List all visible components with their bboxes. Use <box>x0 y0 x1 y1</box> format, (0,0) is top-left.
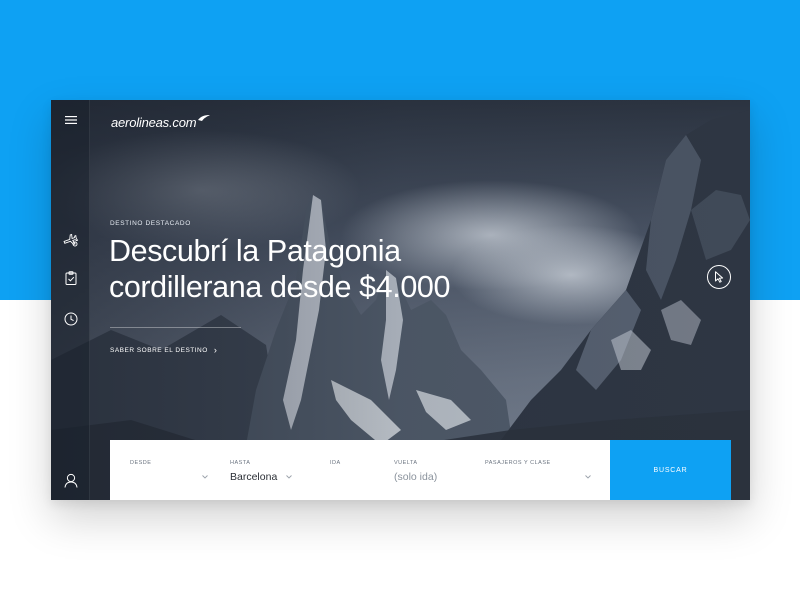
sidebar-item-history[interactable] <box>59 307 83 331</box>
cursor-arrow-icon <box>715 271 724 283</box>
departure-label: IDA <box>330 460 341 466</box>
flight-search-icon <box>63 233 79 247</box>
to-value: Barcelona <box>230 471 278 483</box>
brand-logo-text: aerolineas.com <box>111 114 197 130</box>
chevron-right-icon: › <box>213 345 218 355</box>
chevron-down-icon <box>286 475 292 479</box>
to-label: HASTA <box>230 460 251 466</box>
search-button[interactable]: BUSCAR <box>610 440 731 500</box>
to-field[interactable]: HASTA Barcelona <box>230 440 300 500</box>
checkin-clipboard-icon <box>65 271 77 285</box>
menu-button[interactable] <box>59 108 83 132</box>
return-date-field[interactable]: VUELTA (solo ida) <box>394 440 464 500</box>
flight-search-bar: DESDE HASTA Barcelona IDA VUELTA (solo i… <box>110 440 731 500</box>
chevron-down-icon <box>202 475 208 479</box>
brand-logo[interactable]: aerolineas.com <box>111 112 211 132</box>
return-value: (solo ida) <box>394 471 438 483</box>
sidebar-item-checkin[interactable] <box>59 266 83 290</box>
hero-headline-line1: Descubrí la Patagonia <box>109 234 401 268</box>
destination-info-label: SABER SOBRE EL DESTINO <box>110 346 208 354</box>
next-slide-button[interactable] <box>707 265 731 289</box>
chevron-down-icon <box>585 475 591 479</box>
departure-date-field[interactable]: IDA <box>330 440 380 500</box>
menu-icon <box>65 116 77 124</box>
sidebar-item-flights[interactable] <box>59 228 83 252</box>
sidebar-item-account[interactable] <box>59 468 83 492</box>
logo-bird-icon <box>198 115 211 121</box>
app-window: aerolineas.com DESTINO DESTACADO Descubr… <box>51 100 750 500</box>
passengers-label: PASAJEROS Y CLASE <box>485 460 551 466</box>
user-icon <box>64 473 78 488</box>
passengers-class-field[interactable]: PASAJEROS Y CLASE <box>485 440 595 500</box>
return-label: VUELTA <box>394 460 418 466</box>
from-label: DESDE <box>130 460 152 466</box>
hero-divider <box>110 327 241 328</box>
destination-info-link[interactable]: SABER SOBRE EL DESTINO › <box>110 345 217 355</box>
clock-icon <box>64 312 78 326</box>
sidebar <box>51 100 90 500</box>
from-field[interactable]: DESDE <box>130 440 210 500</box>
hero-headline-line2: cordillerana desde $4.000 <box>109 270 451 304</box>
hero-eyebrow: DESTINO DESTACADO <box>110 220 191 227</box>
hero-headline: Descubrí la Patagonia cordillerana desde… <box>109 233 529 305</box>
